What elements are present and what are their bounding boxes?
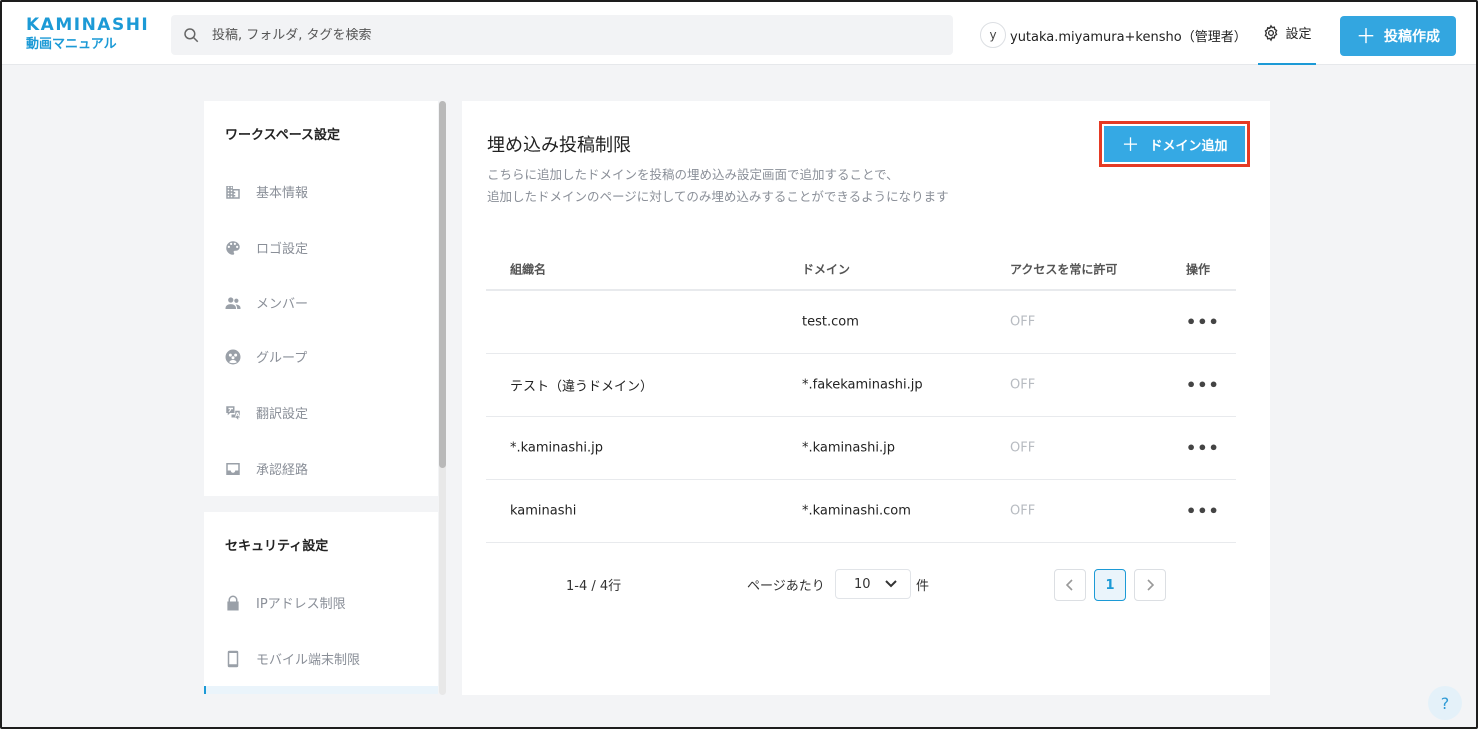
- sidebar-item-label: グループ: [256, 351, 308, 366]
- add-domain-label: ドメイン追加: [1149, 138, 1228, 154]
- workspace-settings-title: ワークスペース設定: [225, 128, 341, 143]
- cell-domain: *.fakekaminashi.jp: [802, 377, 923, 393]
- lock-icon: [227, 595, 239, 610]
- per-page-unit: 件: [916, 579, 930, 594]
- search-bar[interactable]: [171, 15, 953, 55]
- sidebar-item-label: メンバー: [256, 297, 309, 312]
- cell-access: OFF: [1010, 377, 1036, 393]
- palette-icon: [226, 240, 240, 255]
- table-row: test.com OFF •••: [486, 291, 1236, 354]
- logo-brand: KAMINASHI: [26, 15, 150, 35]
- workspace-settings-card: ワークスペース設定 基本情報 ロゴ設定 メンバー グループ 翻訳設定 承認経路: [204, 101, 438, 496]
- logo-subtitle: 動画マニュアル: [26, 37, 117, 52]
- search-icon: [184, 28, 199, 43]
- column-domain: ドメイン: [802, 262, 851, 277]
- row-count: 1-4 / 4行: [566, 579, 622, 594]
- more-actions-icon[interactable]: •••: [1186, 502, 1220, 521]
- sidebar-item-ip-restriction[interactable]: IPアドレス制限: [224, 593, 346, 612]
- cell-domain: test.com: [802, 314, 859, 330]
- column-actions: 操作: [1186, 262, 1211, 277]
- building-icon: [226, 185, 240, 199]
- phone-icon: [227, 650, 239, 667]
- page-1-button[interactable]: 1: [1094, 569, 1126, 601]
- translate-icon: [226, 405, 240, 420]
- sidebar-item-approval[interactable]: 承認経路: [224, 459, 308, 478]
- per-page-value: 10: [854, 576, 871, 592]
- inbox-icon: [226, 462, 240, 475]
- app-window: KAMINASHI 動画マニュアル y yutaka.miyamura+kens…: [0, 0, 1478, 729]
- create-post-label: 投稿作成: [1384, 29, 1440, 45]
- more-actions-icon[interactable]: •••: [1186, 376, 1220, 395]
- sidebar-item-label: 翻訳設定: [256, 407, 309, 422]
- sidebar-item-translation[interactable]: 翻訳設定: [224, 403, 308, 422]
- more-actions-icon[interactable]: •••: [1186, 439, 1220, 458]
- table-row: kaminashi *.kaminashi.com OFF •••: [486, 480, 1236, 543]
- next-page-button[interactable]: [1134, 569, 1166, 601]
- column-org: 組織名: [510, 262, 547, 277]
- plus-icon: ＋: [1356, 24, 1376, 48]
- avatar: y: [980, 22, 1006, 48]
- logo[interactable]: KAMINASHI 動画マニュアル: [26, 16, 149, 54]
- sidebar-item-label: IPアドレス制限: [256, 597, 346, 612]
- embed-restriction-panel: 埋め込み投稿制限 こちらに追加したドメインを投稿の埋め込み設定画面で追加すること…: [462, 101, 1270, 695]
- username: yutaka.miyamura+kensho（管理者）: [1010, 29, 1247, 45]
- table-row: *.kaminashi.jp *.kaminashi.jp OFF •••: [486, 417, 1236, 480]
- add-domain-button[interactable]: ＋ ドメイン追加: [1099, 121, 1250, 167]
- cell-org: kaminashi: [510, 503, 577, 519]
- table-row: テスト（違うドメイン） *.fakekaminashi.jp OFF •••: [486, 354, 1236, 417]
- chevron-right-icon: [1147, 579, 1154, 591]
- sidebar-item-logo[interactable]: ロゴ設定: [224, 238, 308, 257]
- description-line-2: 追加したドメインのページに対してのみ埋め込みすることができるようになります: [487, 189, 949, 204]
- pagination: 1-4 / 4行 ページあたり 10 件 1: [462, 567, 1270, 603]
- help-button[interactable]: ?: [1428, 686, 1462, 720]
- sidebar-item-label: 承認経路: [256, 463, 309, 478]
- add-domain-button-inner[interactable]: ＋ ドメイン追加: [1104, 126, 1245, 162]
- security-settings-card: セキュリティ設定 IPアドレス制限 モバイル端末制限: [204, 512, 438, 694]
- user-menu[interactable]: y yutaka.miyamura+kensho（管理者）: [980, 22, 1247, 48]
- cell-access: OFF: [1010, 314, 1036, 330]
- cell-org: *.kaminashi.jp: [510, 440, 603, 456]
- cell-org: テスト（違うドメイン）: [510, 379, 654, 395]
- gear-icon: [1265, 24, 1278, 42]
- domain-table: 組織名 ドメイン アクセスを常に許可 操作 test.com OFF ••• テ…: [486, 249, 1236, 543]
- per-page-label: ページあたり: [747, 579, 825, 594]
- people-icon: [225, 296, 241, 309]
- sidebar-item-label: 基本情報: [256, 186, 309, 201]
- cell-access: OFF: [1010, 440, 1036, 456]
- sidebar-item-label: ロゴ設定: [256, 242, 309, 257]
- sidebar-item-mobile-restriction[interactable]: モバイル端末制限: [224, 649, 360, 668]
- top-header: KAMINASHI 動画マニュアル y yutaka.miyamura+kens…: [2, 2, 1476, 65]
- plus-icon: ＋: [1121, 135, 1140, 156]
- prev-page-button[interactable]: [1054, 569, 1086, 601]
- cell-access: OFF: [1010, 503, 1036, 519]
- more-actions-icon[interactable]: •••: [1186, 313, 1220, 332]
- cell-domain: *.kaminashi.com: [802, 503, 911, 519]
- page-description: こちらに追加したドメインを投稿の埋め込み設定画面で追加することで、 追加したドメ…: [487, 164, 949, 208]
- table-header: 組織名 ドメイン アクセスを常に許可 操作: [486, 249, 1236, 291]
- sidebar-item-members[interactable]: メンバー: [224, 293, 308, 312]
- chevron-left-icon: [1066, 579, 1073, 591]
- sidebar-item-label: モバイル端末制限: [256, 653, 361, 668]
- column-access: アクセスを常に許可: [1010, 262, 1118, 277]
- per-page-select[interactable]: 10: [835, 569, 911, 599]
- cell-domain: *.kaminashi.jp: [802, 440, 895, 456]
- chevron-down-icon: [884, 580, 897, 588]
- sidebar-item-groups[interactable]: グループ: [224, 347, 307, 366]
- security-settings-title: セキュリティ設定: [225, 539, 329, 554]
- sidebar-item-selected[interactable]: [204, 686, 438, 694]
- search-input[interactable]: [212, 27, 912, 43]
- sidebar-scrollbar[interactable]: [439, 101, 446, 695]
- create-post-button[interactable]: ＋ 投稿作成: [1340, 16, 1456, 56]
- settings-label: 設定: [1285, 27, 1312, 42]
- description-line-1: こちらに追加したドメインを投稿の埋め込み設定画面で追加することで、: [487, 167, 899, 182]
- scrollbar-thumb[interactable]: [439, 101, 446, 468]
- page-title: 埋め込み投稿制限: [487, 135, 631, 156]
- sidebar-item-basic-info[interactable]: 基本情報: [224, 182, 308, 201]
- settings-nav[interactable]: 設定: [1258, 2, 1316, 65]
- group-icon: [225, 349, 241, 364]
